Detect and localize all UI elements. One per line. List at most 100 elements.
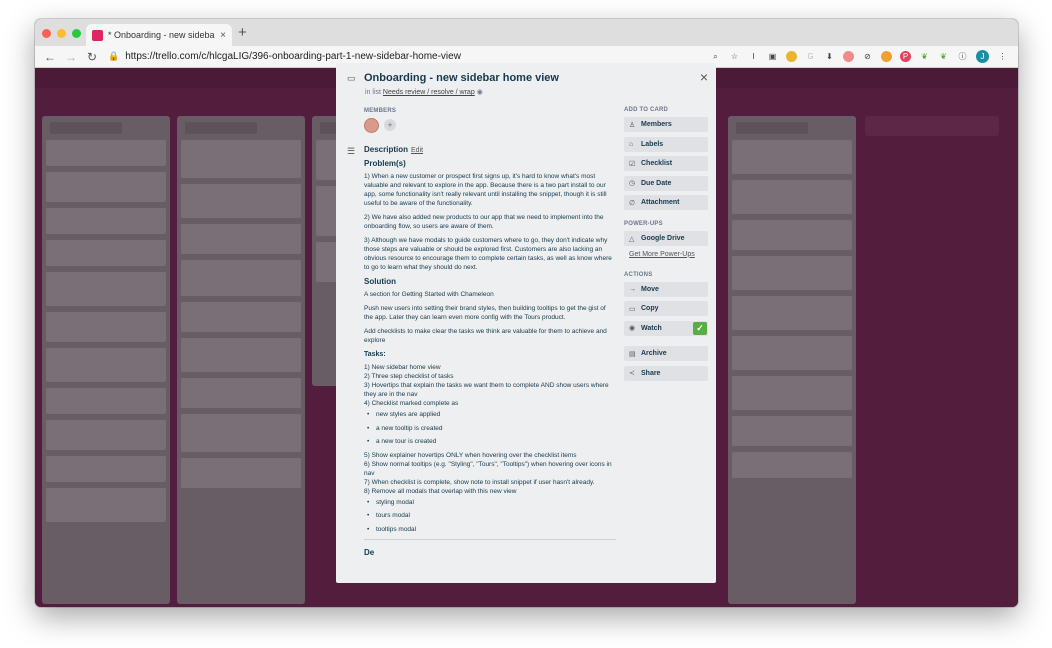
person-icon: ♙ [629,121,636,129]
problem-paragraph: 1) When a new customer or prospect first… [364,173,607,207]
reload-icon[interactable]: ↻ [86,50,98,64]
problem-paragraph: 2) We have also added new products to ou… [364,214,604,230]
task-line: 2) Three step checklist of tasks [364,373,454,380]
browser-tab[interactable]: * Onboarding - new sidebar ho × [86,24,232,46]
close-window-button[interactable] [42,29,51,38]
task-8-list: styling modal tours modal tooltips modal [364,498,616,534]
problem-paragraph: 3) Although we have modals to guide cust… [364,237,612,271]
google-drive-button[interactable]: △ Google Drive [624,231,708,246]
toolbar-icons: ⌕ ☆ I ▣ G ⬇ ⊘ P ❦ ❦ ⓘ J ⋮ [710,50,1008,63]
bookmark-star-icon[interactable]: ☆ [729,51,740,62]
actions-label: ACTIONS [624,271,653,278]
watch-button[interactable]: ◉ Watch ✓ [624,320,708,336]
lock-icon: 🔒 [108,51,120,61]
list-item: a new tour is created [364,437,616,446]
list-name-link[interactable]: Needs review / resolve / wrap [383,89,475,96]
google-drive-icon: △ [629,235,635,243]
card-list-info: in list Needs review / resolve / wrap ◉ [365,88,483,96]
watch-button-label: Watch [641,324,662,332]
get-more-power-ups-link[interactable]: Get More Power-Ups [629,251,708,258]
tab-bar: * Onboarding - new sidebar ho × + [35,19,1018,46]
tab-close-icon[interactable]: × [220,30,226,41]
info-icon[interactable]: ⓘ [957,51,968,62]
due-date-button[interactable]: ◷ Due Date [624,175,708,191]
block-extension-icon[interactable]: ⊘ [862,51,873,62]
chrome-extension-icon[interactable] [881,51,892,62]
zoom-icon[interactable]: ⌕ [710,51,721,62]
extension-info-icon[interactable]: I [748,51,759,62]
close-icon[interactable]: × [700,69,708,85]
task-line: 7) When checklist is complete, show note… [364,478,595,486]
attachment-button[interactable]: ∅ Attachment [624,195,708,210]
url-field[interactable]: https://trello.com/c/hlcgaLIG/396-onboar… [125,51,710,62]
card-icon: ▭ [347,73,356,83]
move-button[interactable]: → Move [624,281,708,297]
list-item: new styles are applied [364,410,616,419]
members-button-label: Members [641,121,672,128]
tab-title: * Onboarding - new sidebar ho [108,30,216,40]
share-button[interactable]: ≺ Share [624,365,708,381]
pinterest-icon[interactable]: P [900,51,911,62]
problems-heading: Problem(s) [364,159,406,168]
chrome-menu-icon[interactable]: ⋮ [997,51,1008,62]
checklist-button-label: Checklist [641,160,673,167]
power-ups-label: POWER-UPS [624,221,663,227]
add-to-card-label: ADD TO CARD [624,107,669,113]
share-button-label: Share [641,369,661,377]
checklist-button[interactable]: ☑ Checklist [624,156,708,171]
grammar-extension-icon[interactable]: ❦ [938,51,949,62]
trello-favicon-icon [92,29,103,41]
archive-button[interactable]: ▤ Archive [624,346,708,361]
solution-heading: Solution [364,277,396,286]
copy-button-label: Copy [641,305,659,312]
divider [364,538,616,540]
card-title[interactable]: Onboarding - new sidebar home view [364,72,559,84]
share-icon: ≺ [629,370,635,377]
minimize-window-button[interactable] [57,29,66,38]
checklist-icon: ☑ [629,160,636,168]
list-item: a new tooltip is created [364,424,616,433]
move-button-label: Move [641,285,659,293]
description-icon: ☰ [347,146,356,156]
add-member-button[interactable]: + [384,119,396,131]
evernote-icon[interactable]: ❦ [919,51,930,62]
back-icon[interactable]: ← [44,50,56,64]
google-drive-button-label: Google Drive [641,235,685,242]
coin-extension-icon[interactable] [786,51,797,62]
download-extension-icon[interactable]: ⬇ [824,51,835,62]
new-tab-button[interactable]: + [238,24,247,41]
watching-eye-icon: ◉ [476,89,483,96]
camera-extension-icon[interactable]: ▣ [767,51,778,62]
task-line: 1) New sidebar home view [364,364,441,371]
edit-description-link[interactable]: Edit [411,147,423,154]
eye-icon: ◉ [629,325,636,332]
in-list-prefix: in list [365,89,381,96]
description-body[interactable]: Problem(s) 1) When a new customer or pro… [364,159,616,557]
copy-button[interactable]: ▭ Copy [624,301,708,316]
copy-icon: ▭ [629,305,636,313]
card-sidebar: ADD TO CARD ♙ Members ⌂ Labels ☑ Checklist … [624,107,708,385]
list-item: tooltips modal [364,525,616,534]
archive-button-label: Archive [641,350,667,357]
forward-icon[interactable]: → [65,50,77,64]
record-extension-icon[interactable] [843,51,854,62]
tag-icon: ⌂ [629,140,634,148]
members-button[interactable]: ♙ Members [624,117,708,132]
labels-button-label: Labels [641,140,664,148]
members-label: MEMBERS [364,108,397,114]
maximize-window-button[interactable] [72,29,81,38]
task-line: 6) Show normal tooltips (e.g. "Styling",… [364,460,612,477]
profile-avatar[interactable]: J [976,50,989,63]
task-line: 4) Checklist marked complete as [364,400,459,407]
task-line: 3) Hovertips that explain the tasks we w… [364,382,609,398]
solution-paragraph: Add checklists to make clear the tasks w… [364,328,607,344]
task-4-list: new styles are applied a new tooltip is … [364,410,616,446]
list-item: styling modal [364,498,616,507]
gif-extension-icon[interactable]: G [805,51,816,62]
member-avatar[interactable] [364,118,379,133]
tasks-heading: Tasks: [364,351,386,358]
due-date-button-label: Due Date [641,179,672,187]
labels-button[interactable]: ⌂ Labels [624,136,708,152]
solution-paragraph: A section for Getting Started with Chame… [364,291,494,298]
description-heading: Description Edit [364,145,423,154]
